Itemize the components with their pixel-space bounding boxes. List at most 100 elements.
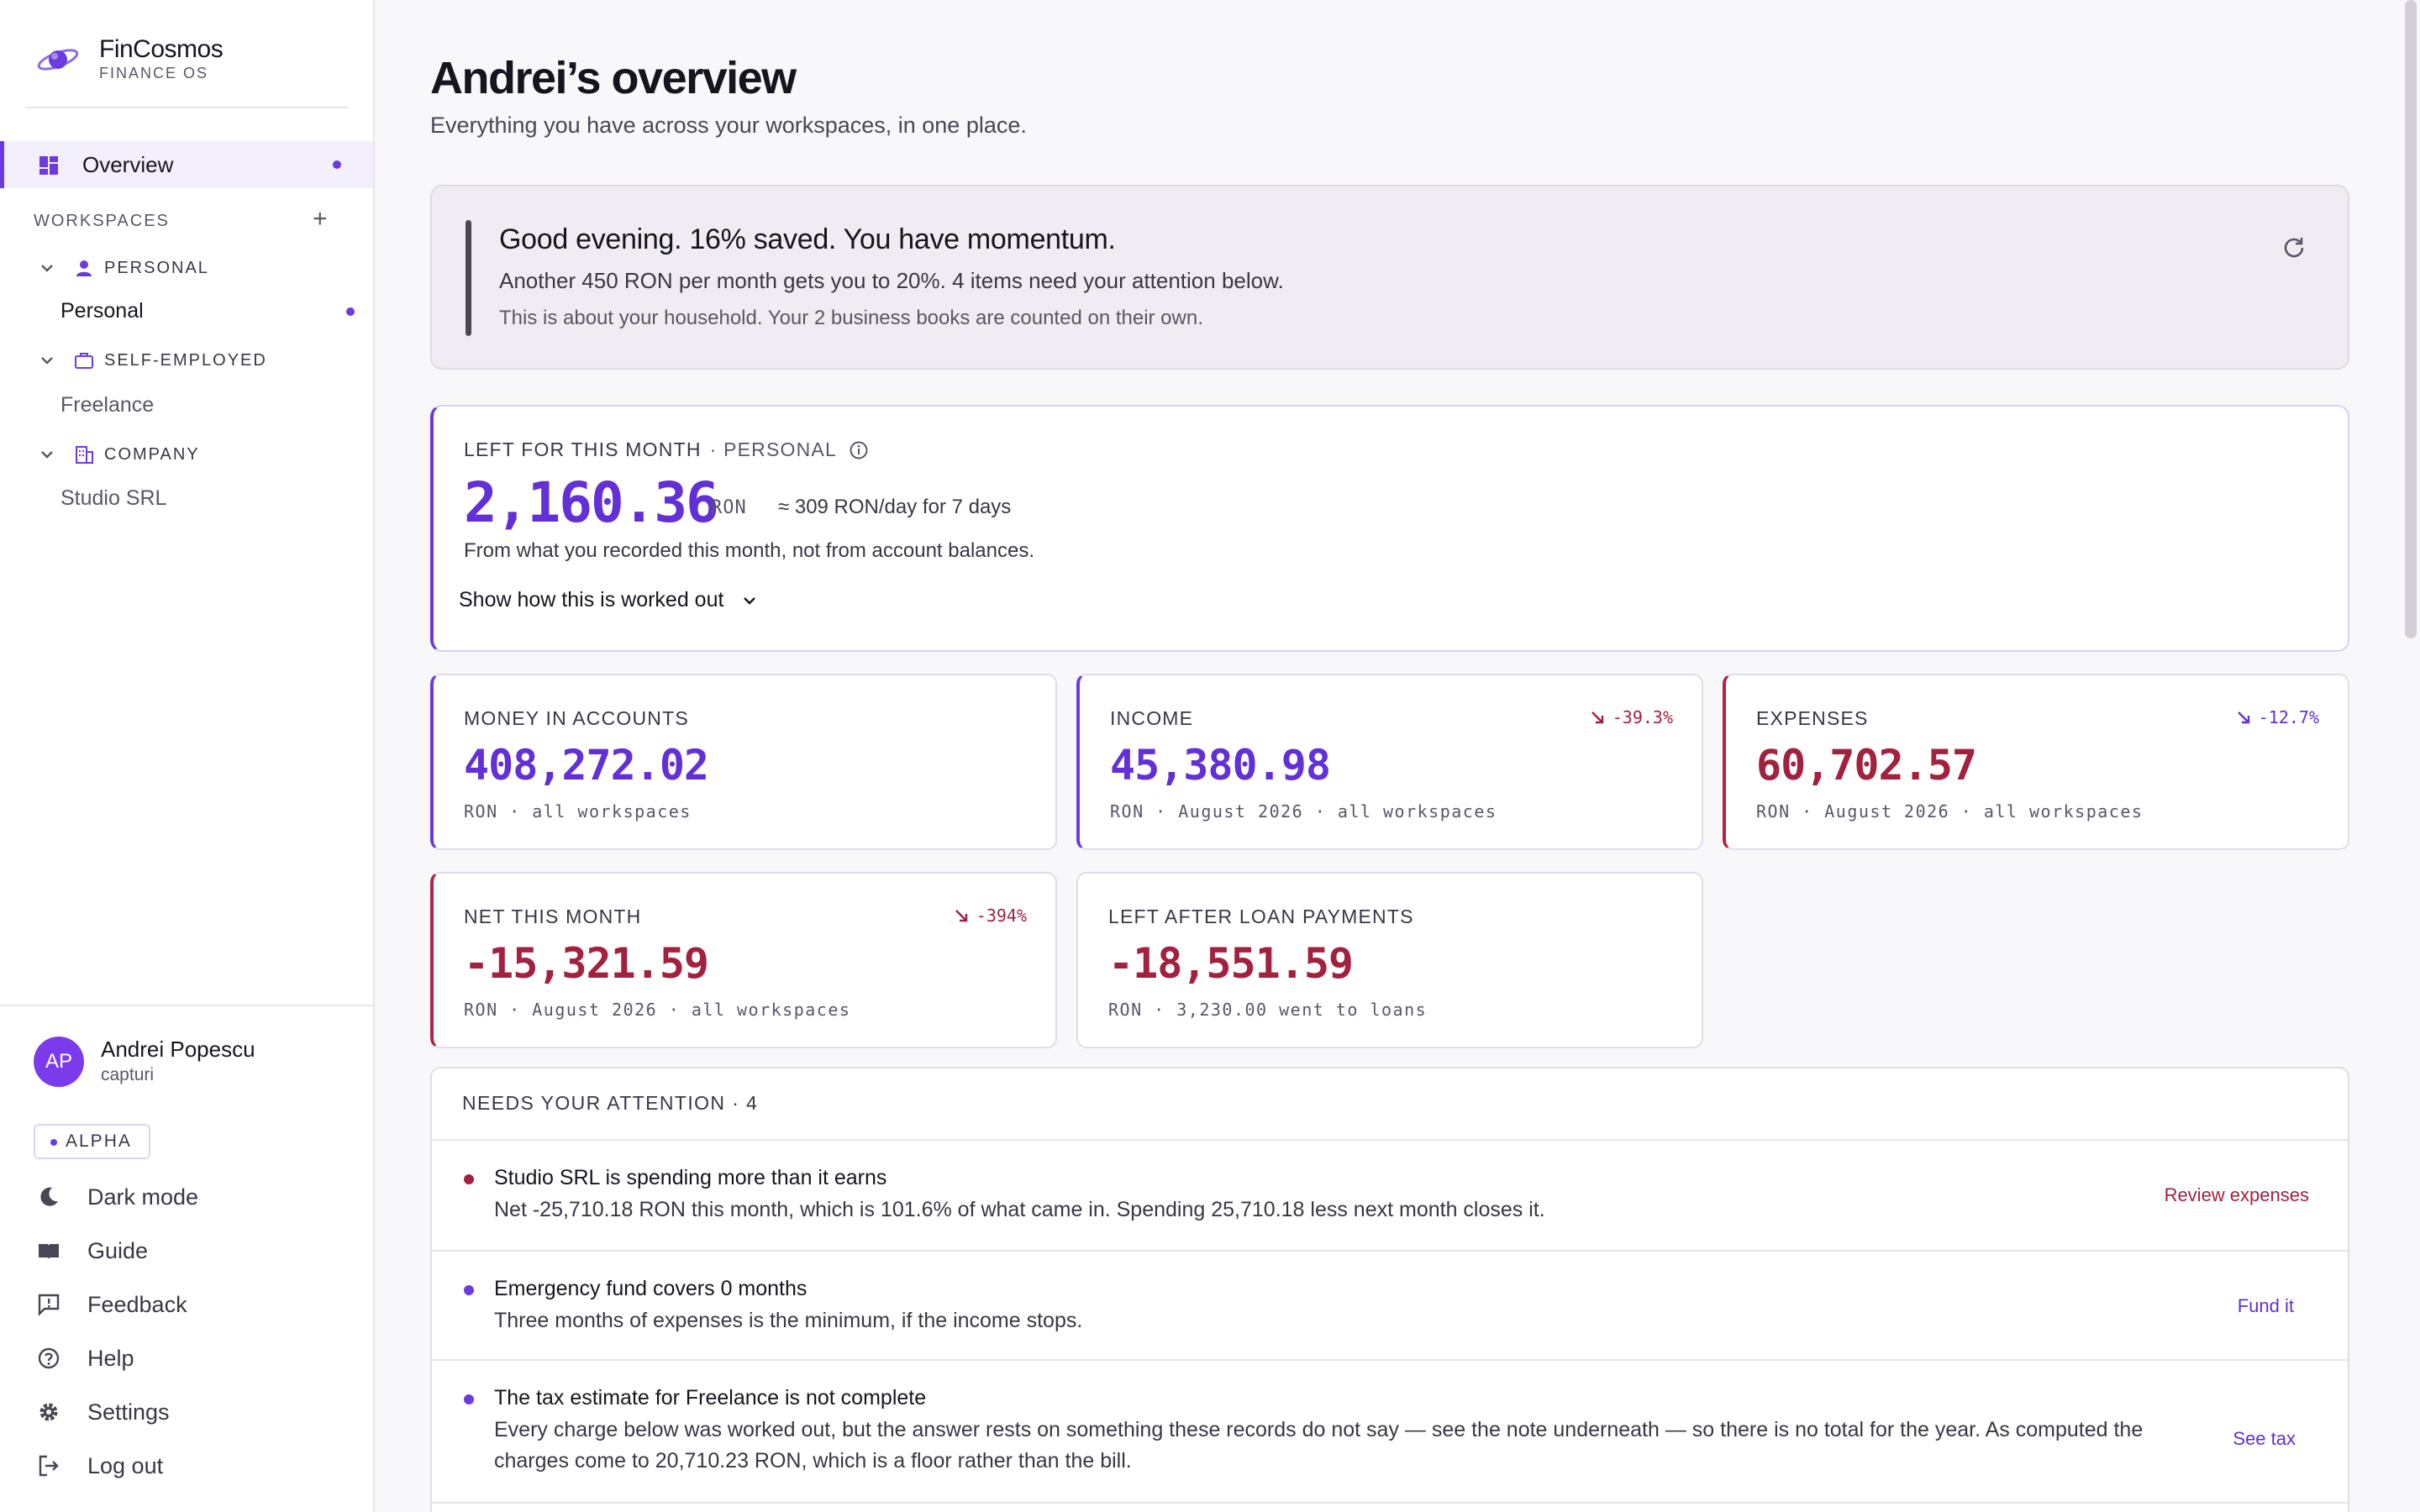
workspace-group-label: COMPANY [104,444,200,464]
moon-icon [35,1184,62,1210]
workspace-item-freelance[interactable]: Freelance [60,393,154,417]
left-for-month-source-note: From what you recorded this month, not f… [464,539,1034,562]
attention-item-detail: Every charge below was worked out, but t… [494,1418,2144,1473]
stat-trend: -39.3% [1589,707,1673,727]
left-for-month-card: LEFT FOR THIS MONTH · PERSONAL 2,160.36 … [430,405,2349,652]
sidebar: FinCosmos FINANCE OS Overview WORKSPACES… [0,0,375,1512]
attention-item-title: The tax estimate for Freelance is not co… [494,1386,927,1410]
stat-card-expenses[interactable]: EXPENSES -12.7% 60,702.57 RON · August 2… [1723,674,2349,850]
attention-item: Emergency fund covers 0 months Three mon… [432,1250,2348,1359]
workspace-group-company[interactable]: COMPANY [37,442,200,467]
info-icon[interactable] [849,440,869,460]
workspace-group-self-employed[interactable]: SELF-EMPLOYED [37,348,267,373]
stat-value: -15,321.59 [464,939,709,988]
attention-item-detail: Net -25,710.18 RON this month, which is … [494,1198,1545,1221]
show-calculation-label: Show how this is worked out [459,588,724,612]
trend-down-icon [1591,711,1603,724]
stat-trend-value: -12.7% [2258,707,2319,727]
stat-label: MONEY IN ACCOUNTS [464,707,689,729]
chevron-down-icon [41,357,53,365]
stat-value: 408,272.02 [464,741,709,790]
attention-item-title: Emergency fund covers 0 months [494,1277,808,1300]
page-subtitle: Everything you have across your workspac… [430,113,1027,138]
review-expenses-button[interactable]: Review expenses [2165,1184,2309,1206]
brand-name: FinCosmos [99,35,224,63]
refresh-icon[interactable] [2282,235,2306,259]
guide-label: Guide [87,1237,149,1263]
page-title: Andrei’s overview [430,53,797,103]
left-for-month-label: LEFT FOR THIS MONTH [464,438,702,460]
help-label: Help [87,1345,134,1371]
guide-link[interactable]: Guide [35,1234,148,1268]
workspace-item-personal[interactable]: Personal [60,299,144,323]
stat-card-money-in-accounts[interactable]: MONEY IN ACCOUNTS 408,272.02 RON · all w… [430,674,1057,850]
left-for-month-unit: RON [711,497,747,518]
nav-overview-label: Overview [82,152,174,177]
fund-it-button[interactable]: Fund it [2238,1295,2294,1317]
attention-item [432,1502,2348,1512]
attention-item-detail: Three months of expenses is the minimum,… [494,1309,1083,1332]
stat-subtext: RON · August 2026 · all workspaces [1756,801,2144,822]
planet-logo-icon [37,49,79,71]
stat-value: 60,702.57 [1756,741,1977,790]
stat-card-left-after-loans[interactable]: LEFT AFTER LOAN PAYMENTS -18,551.59 RON … [1076,872,1703,1048]
left-for-month-label-row: LEFT FOR THIS MONTH · PERSONAL [464,438,869,461]
workspaces-header: WORKSPACES [34,212,170,230]
stat-card-income[interactable]: INCOME -39.3% 45,380.98 RON · August 202… [1076,674,1703,850]
trend-down-icon [955,910,967,922]
banner-accent-bar [466,220,471,336]
help-link[interactable]: Help [35,1341,134,1375]
left-for-month-amount: 2,160.36 [464,470,719,535]
stat-label: LEFT AFTER LOAN PAYMENTS [1108,906,1414,927]
needs-attention-header: NEEDS YOUR ATTENTION · 4 [462,1092,759,1114]
user-handle: capturi [101,1065,155,1084]
dark-mode-toggle[interactable]: Dark mode [35,1180,198,1214]
stat-trend: -394% [953,906,1027,926]
show-calculation-toggle[interactable]: Show how this is worked out [459,588,759,612]
status-dot [464,1285,474,1295]
brand[interactable]: FinCosmos FINANCE OS [35,34,224,84]
divider [0,1005,373,1006]
gear-icon [35,1399,62,1425]
logout-link[interactable]: Log out [35,1449,163,1483]
add-workspace-button[interactable]: + [313,207,328,232]
help-icon [35,1345,62,1372]
stat-value: 45,380.98 [1110,741,1331,790]
banner-note: This is about your household. Your 2 bus… [499,307,1203,329]
feedback-link[interactable]: Feedback [35,1288,187,1321]
logout-label: Log out [87,1452,164,1478]
stat-subtext: RON · August 2026 · all workspaces [1110,801,1497,822]
avatar[interactable]: AP [34,1037,84,1087]
stat-trend-value: -39.3% [1612,707,1673,727]
workspace-group-personal[interactable]: PERSONAL [37,255,209,281]
brand-tagline: FINANCE OS [99,65,209,81]
per-day-estimate: ≈ 309 RON/day for 7 days [778,496,1012,518]
stat-trend-value: -394% [976,906,1027,926]
settings-label: Settings [87,1399,170,1425]
stat-label: EXPENSES [1756,707,1869,729]
feedback-label: Feedback [87,1291,187,1317]
logout-icon [35,1452,62,1479]
status-dot [464,1394,474,1404]
momentum-banner: Good evening. 16% saved. You have moment… [430,185,2349,370]
trend-down-icon [2237,711,2249,724]
book-icon [35,1237,62,1264]
status-dot [464,1174,474,1184]
active-workspace-dot [346,307,355,316]
workspace-item-studio-srl[interactable]: Studio SRL [60,486,166,511]
feedback-icon [35,1291,62,1318]
left-for-month-workspace: · PERSONAL [709,438,837,460]
attention-item: Studio SRL is spending more than it earn… [432,1139,2348,1250]
stat-subtext: RON · all workspaces [464,801,692,822]
see-tax-button[interactable]: See tax [2233,1428,2296,1450]
chevron-down-icon [41,451,53,459]
settings-link[interactable]: Settings [35,1395,170,1429]
stat-card-net-this-month[interactable]: NET THIS MONTH -394% -15,321.59 RON · Au… [430,872,1057,1048]
alpha-badge: ALPHA [34,1124,150,1159]
workspace-group-label: SELF-EMPLOYED [104,350,267,370]
workspace-group-label: PERSONAL [104,258,209,277]
page-scrollbar[interactable] [2405,0,2417,638]
dashboard-grid-icon [39,156,58,175]
stat-subtext: RON · 3,230.00 went to loans [1108,1000,1428,1020]
nav-overview[interactable]: Overview [0,141,373,188]
